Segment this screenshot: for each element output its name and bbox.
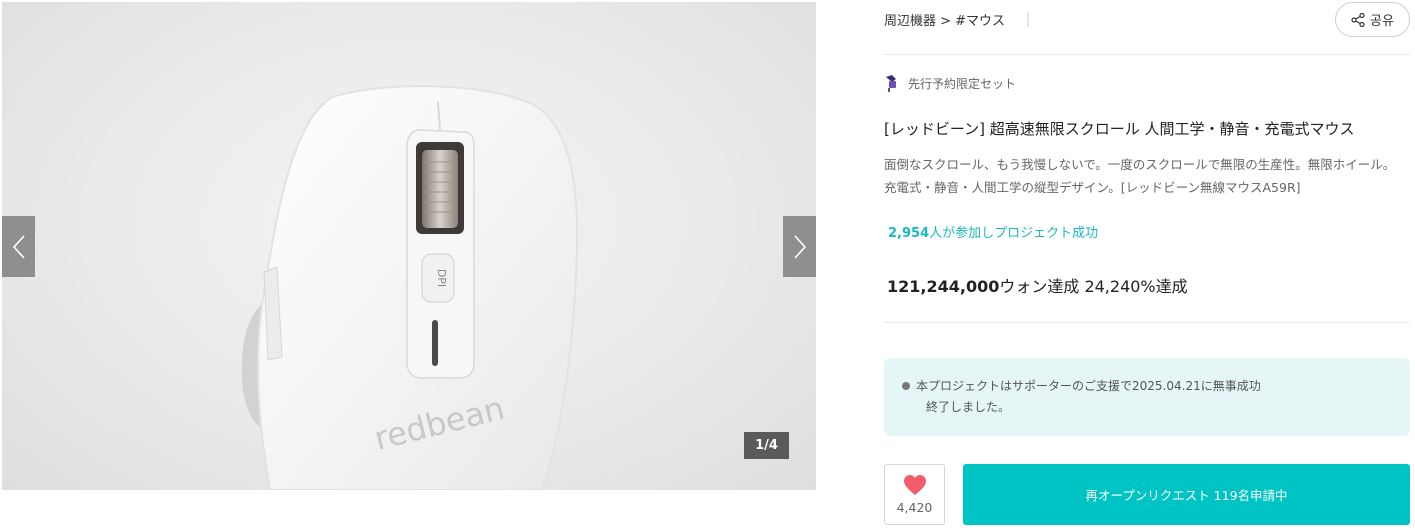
product-image: DPI redbean xyxy=(241,85,579,490)
bullet-icon xyxy=(902,382,910,390)
notice-line-1: 本プロジェクトはサポーターのご支援で2025.04.21に無事成功 xyxy=(916,379,1261,393)
description-line: 面倒なスクロール、もう我慢しないで。一度のスクロールで無限の生産性。無限ホイール… xyxy=(884,157,1396,172)
chevron-left-icon xyxy=(12,234,25,259)
gallery-prev-button[interactable] xyxy=(2,216,35,277)
like-count: 4,420 xyxy=(896,500,933,515)
preorder-icon xyxy=(886,75,896,92)
chevron-right-icon xyxy=(793,234,806,259)
product-image-gallery: DPI redbean 1/4 xyxy=(2,2,816,490)
gallery-counter: 1/4 xyxy=(744,432,789,459)
funding-amount: 121,244,000ウォン達成 24,240%達成 xyxy=(887,273,1188,297)
description-line: 充電式・静音・人間工学の縦型デザイン。[レッドビーン無線マウスA59R] xyxy=(884,180,1301,195)
product-description: 面倒なスクロール、もう我慢しないで。一度のスクロールで無限の生産性。無限ホイール… xyxy=(884,153,1395,199)
supporters-status: 2,954人が参加しプロジェクト成功 xyxy=(884,222,1098,241)
share-label: 공유 xyxy=(1370,14,1394,29)
gallery-next-button[interactable] xyxy=(783,216,816,277)
supporters-text: 人が参加しプロジェクト成功 xyxy=(929,226,1099,241)
amount-text: ウォン達成 24,240%達成 xyxy=(999,277,1188,296)
share-icon xyxy=(1351,12,1365,27)
share-button[interactable]: 공유 xyxy=(1335,2,1410,37)
like-button[interactable]: 4,420 xyxy=(884,464,945,525)
amount-divider xyxy=(884,322,1410,323)
notice-line-2: 終了しました。 xyxy=(926,400,1011,414)
breadcrumb-divider xyxy=(1027,12,1029,27)
amount-value: 121,244,000 xyxy=(887,277,1000,296)
header-divider xyxy=(884,54,1410,55)
breadcrumb[interactable]: 周辺機器 > #マウス xyxy=(884,10,1005,29)
product-title: [レッドビーン] 超高速無限スクロール 人間工学・静音・充電式マウス xyxy=(884,120,1355,138)
reopen-request-button[interactable]: 再オープンリクエスト 119名申請中 xyxy=(963,464,1410,525)
supporters-count: 2,954 xyxy=(888,226,930,241)
preorder-badge: 先行予約限定セット xyxy=(884,74,1016,92)
success-notice: 本プロジェクトはサポーターのご支援で2025.04.21に無事成功 終了しました… xyxy=(884,358,1410,436)
heart-icon xyxy=(903,475,926,495)
svg-text:DPI: DPI xyxy=(435,269,448,287)
preorder-label: 先行予約限定セット xyxy=(908,76,1017,91)
